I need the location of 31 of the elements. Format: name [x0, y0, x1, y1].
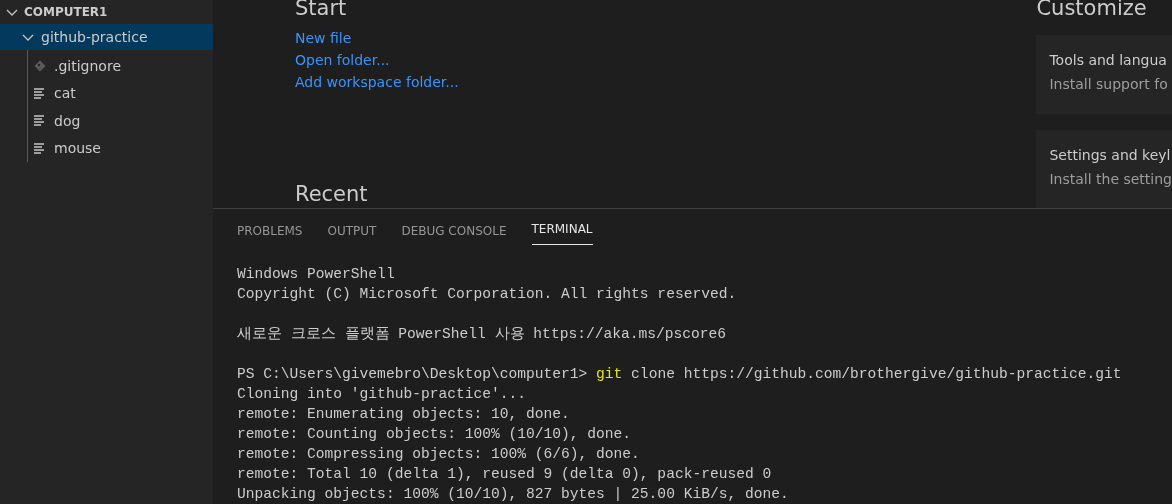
terminal-line: Copyright (C) Microsoft Corporation. All rights reserved.	[237, 285, 738, 304]
file-item[interactable]: .gitignore	[28, 52, 213, 80]
start-link[interactable]: Add workspace folder...	[295, 73, 459, 92]
folder-item[interactable]: github-practice	[0, 24, 213, 50]
file-item[interactable]: dog	[28, 107, 213, 135]
customize-card[interactable]: Tools and langua Install support fo	[1036, 35, 1172, 114]
customize-card[interactable]: Settings and keyl Install the setting	[1036, 129, 1172, 208]
panel-tab[interactable]: DEBUG CONSOLE	[401, 209, 507, 249]
lines-icon	[34, 87, 46, 99]
terminal-line: remote: Compressing objects: 100% (6/6), done.	[237, 445, 641, 464]
terminal-line: Unpacking objects: 100% (10/10), 827 bytes | 25.00 KiB/s, done.	[237, 485, 790, 504]
terminal-line: Windows PowerShell	[237, 265, 396, 284]
lines-icon	[34, 115, 46, 127]
file-item[interactable]: mouse	[28, 134, 213, 162]
diamond-icon	[34, 59, 46, 72]
terminal-line: Cloning into 'github-practice'...	[237, 385, 527, 404]
file-item[interactable]: cat	[28, 79, 213, 107]
explorer-title: COMPUTER1	[24, 5, 108, 19]
terminal-line: PS C:\Users\givemebro\Desktop\computer1> git clone https://github.com/brothergive/github-practice.git	[237, 365, 1123, 384]
panel-tab[interactable]: OUTPUT	[327, 209, 377, 249]
start-link[interactable]: New file	[295, 29, 352, 48]
section-title: Recent	[295, 183, 369, 205]
terminal-line: 새로운 크로스 플랫폼 PowerShell 사용 https://aka.ms/pscore6	[237, 325, 728, 344]
panel-tab[interactable]: PROBLEMS	[237, 209, 303, 249]
terminal-line: remote: Enumerating objects: 10, done.	[237, 405, 571, 424]
lines-icon	[34, 142, 46, 154]
section-title: Start	[295, 0, 348, 19]
terminal-line: remote: Total 10 (delta 1), reused 9 (delta 0), pack-reused 0	[237, 465, 773, 484]
start-link[interactable]: Open folder...	[295, 51, 390, 70]
panel-tab[interactable]: TERMINAL	[531, 209, 593, 245]
terminal-line: remote: Counting objects: 100% (10/10), done.	[237, 425, 633, 444]
